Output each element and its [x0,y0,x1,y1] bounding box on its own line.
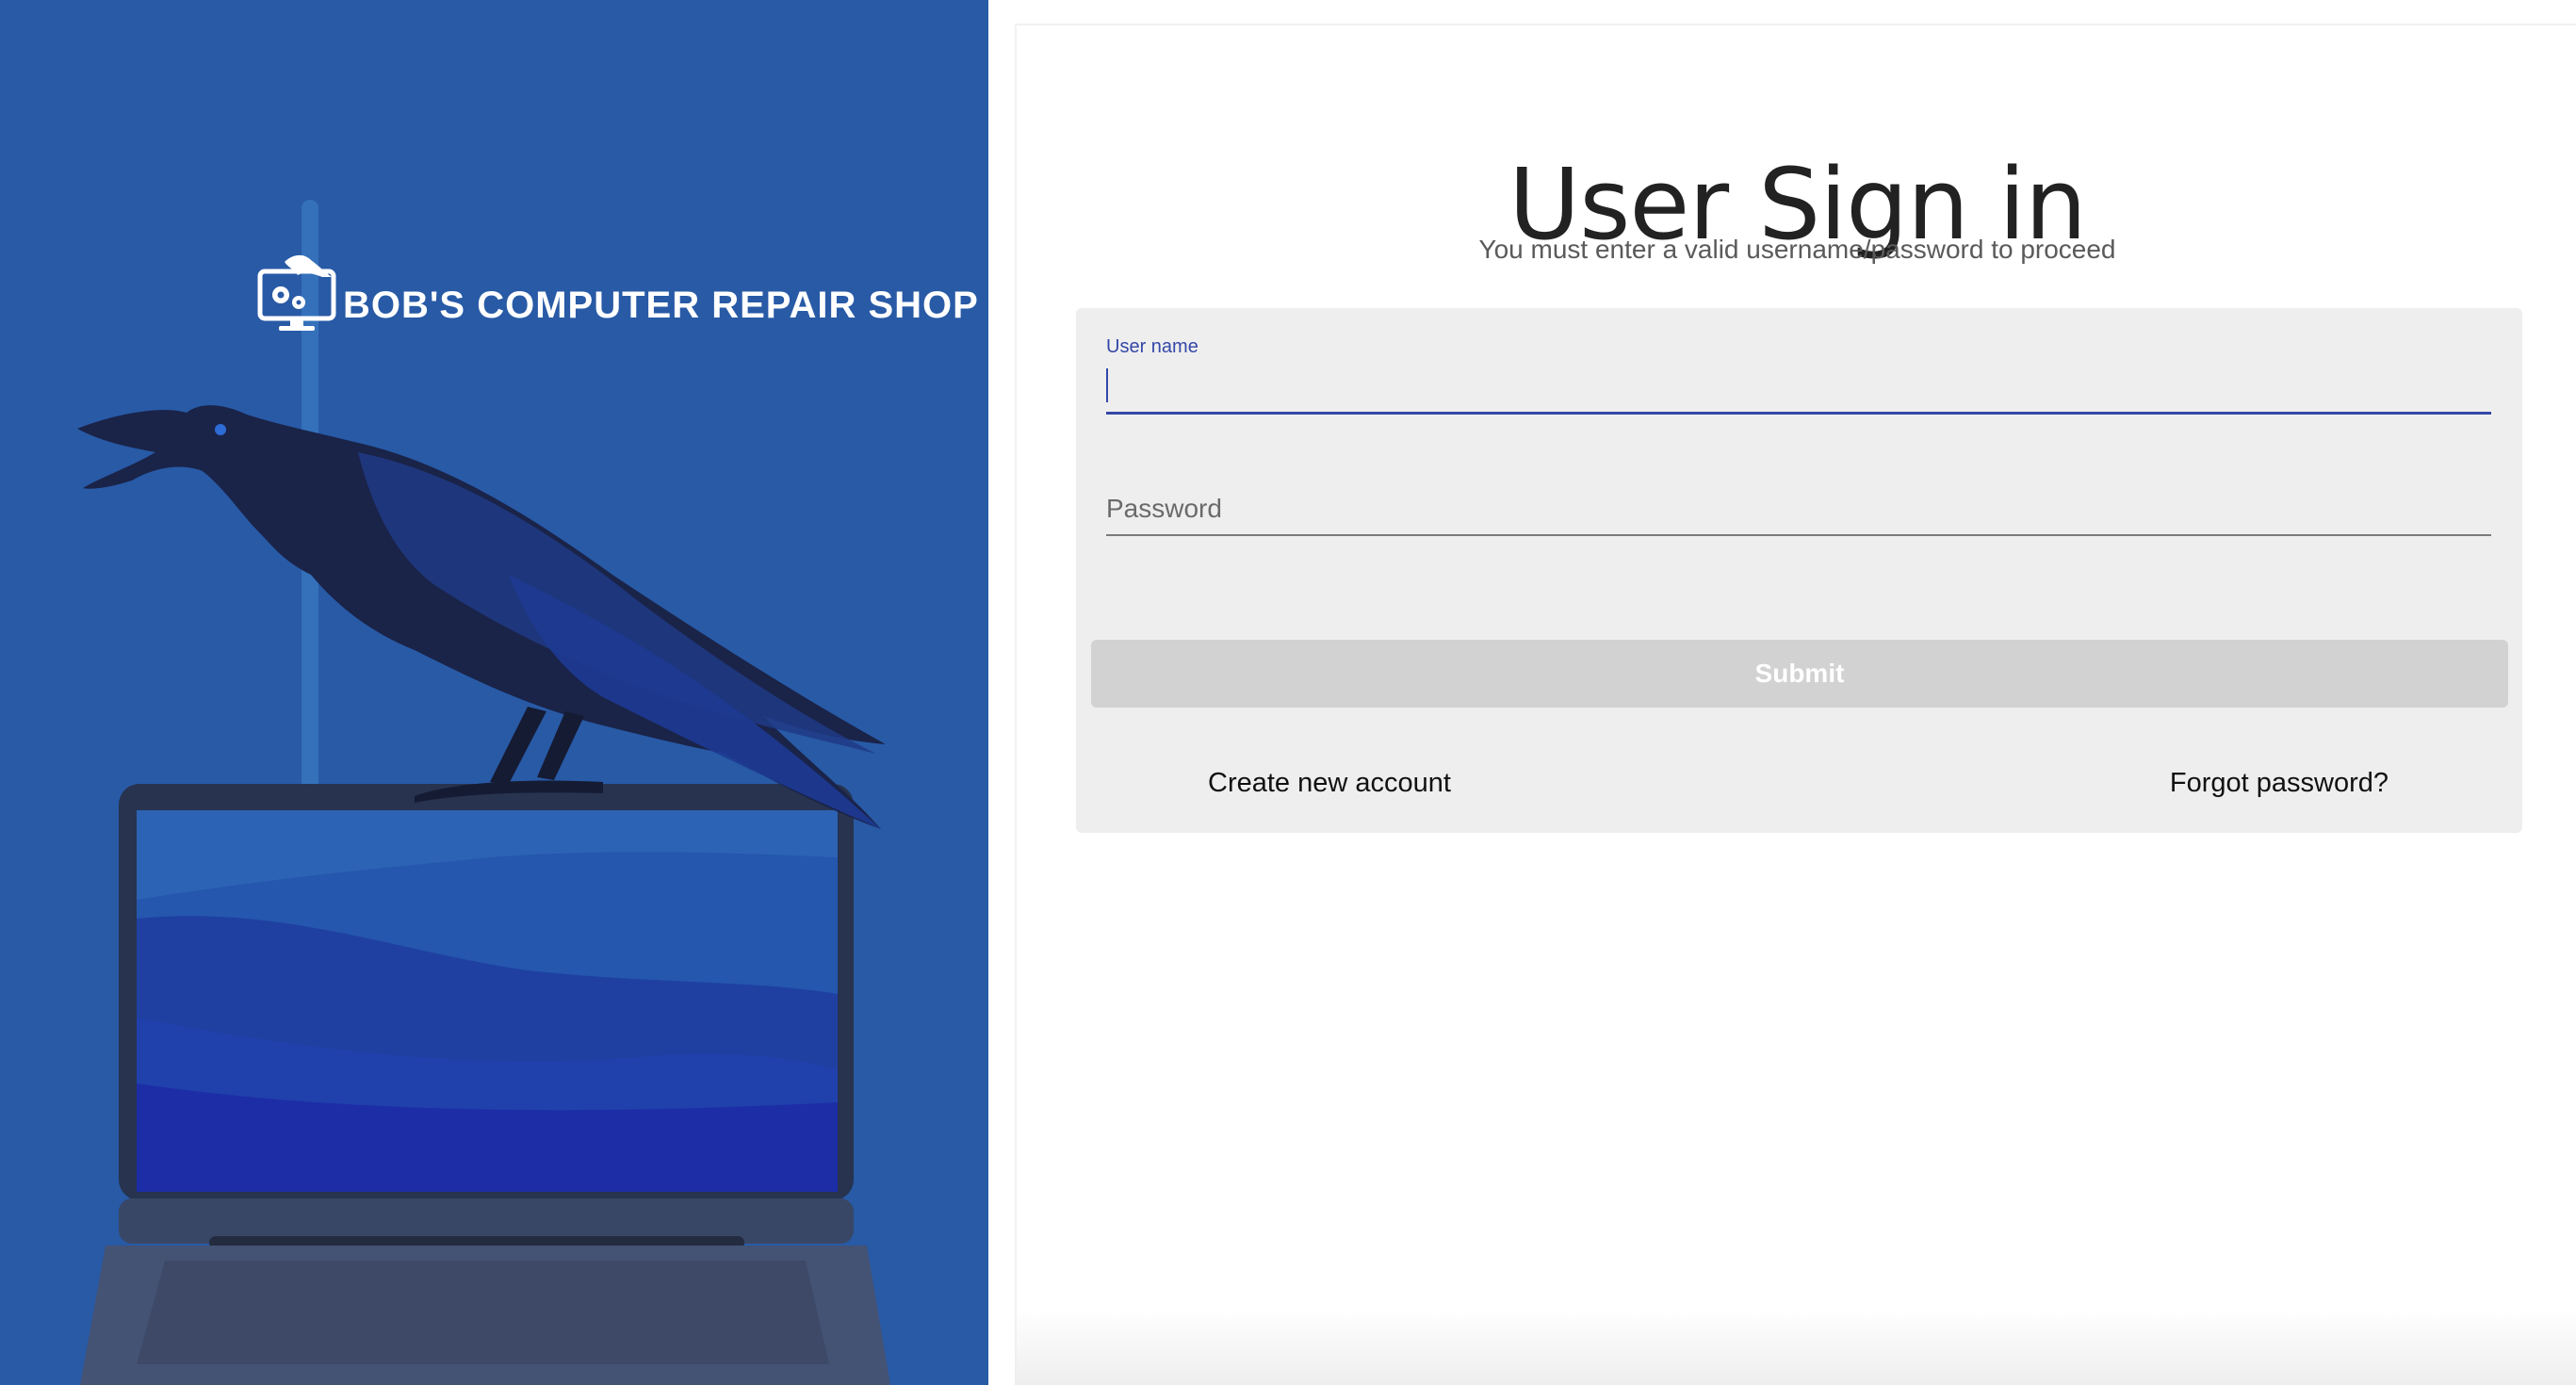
username-input[interactable] [1106,365,2491,408]
brand-name: BOB'S COMPUTER REPAIR SHOP [343,285,979,326]
computer-repair-logo-icon [257,254,336,331]
sign-in-instructions: You must enter a valid username/password… [1478,235,2116,264]
hero-panel: BOB'S COMPUTER REPAIR SHOP [0,0,988,1385]
create-account-link[interactable]: Create new account [1208,768,1451,799]
raven-illustration [77,405,886,829]
brand: BOB'S COMPUTER REPAIR SHOP [256,247,979,332]
sign-in-panel: User Sign in You must enter a valid user… [1015,24,2576,1385]
forgot-password-link[interactable]: Forgot password? [2170,768,2389,799]
username-label: User name [1106,336,1198,357]
sign-in-form: User name Submit Create new account Forg… [1076,308,2522,833]
password-input[interactable] [1106,487,2491,530]
bottom-shadow [1015,1310,2576,1385]
password-field[interactable] [1106,459,2491,536]
submit-button[interactable]: Submit [1091,640,2508,708]
raven-on-laptop-illustration [77,200,890,1385]
text-cursor [1106,368,1108,402]
sign-in-page: BOB'S COMPUTER REPAIR SHOP User Sign in … [0,0,2576,1385]
username-field[interactable]: User name [1106,308,2491,415]
